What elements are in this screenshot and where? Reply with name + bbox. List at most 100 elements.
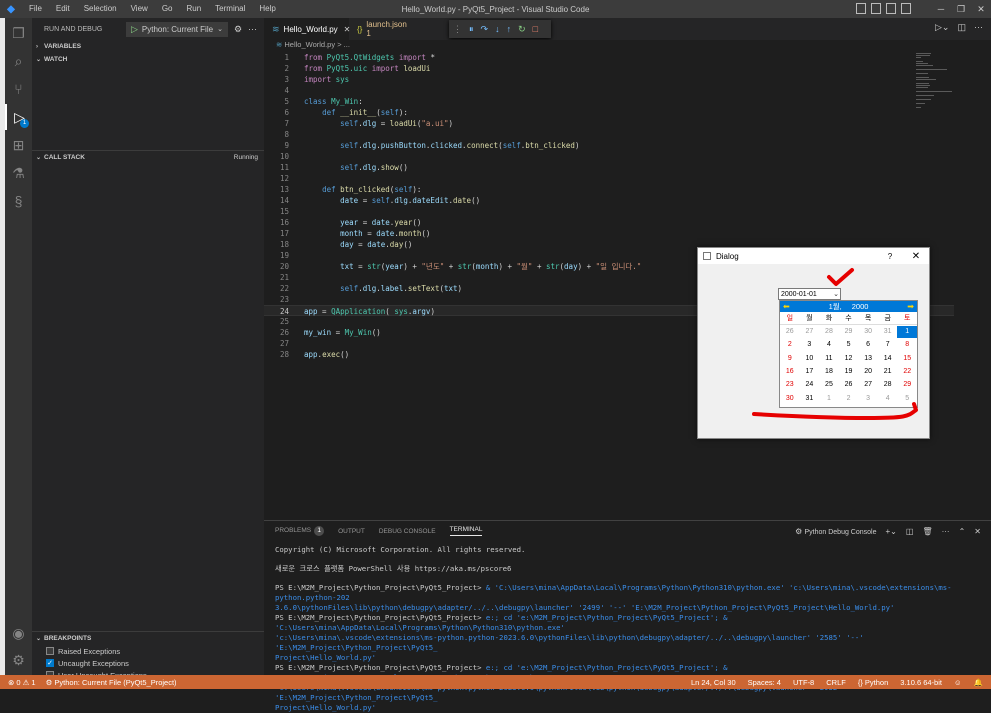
- terminal-selector[interactable]: ⚙ Python Debug Console: [795, 527, 876, 536]
- breakpoint-checkbox[interactable]: [46, 647, 54, 655]
- variables-section[interactable]: › VARIABLES: [32, 40, 264, 53]
- calendar-day[interactable]: 30: [858, 328, 878, 335]
- breadcrumb-symbol[interactable]: > ...: [337, 40, 350, 49]
- calendar-day[interactable]: 28: [878, 381, 898, 388]
- breakpoint-item[interactable]: ✓ Uncaught Exceptions: [32, 657, 264, 669]
- calendar-day[interactable]: 4: [819, 341, 839, 348]
- debug-config-status[interactable]: ⚙ Python: Current File (PyQt5_Project): [46, 678, 177, 687]
- more-actions-icon[interactable]: ···: [974, 22, 983, 33]
- toggle-secondary-sidebar-icon[interactable]: [886, 3, 896, 14]
- calendar-day[interactable]: 11: [819, 355, 839, 362]
- calendar-day[interactable]: 27: [858, 381, 878, 388]
- code-line[interactable]: 8: [264, 129, 954, 140]
- calendar-day[interactable]: 12: [839, 355, 859, 362]
- calendar-day[interactable]: 10: [800, 355, 820, 362]
- python-icon[interactable]: §: [5, 188, 32, 214]
- kill-terminal-icon[interactable]: 🗑: [922, 527, 932, 536]
- line-ending[interactable]: CRLF: [826, 678, 846, 687]
- calendar-day[interactable]: 16: [780, 368, 800, 375]
- call-stack-section[interactable]: ⌄ CALL STACK Running: [32, 151, 264, 164]
- code-line[interactable]: 3 import sys: [264, 74, 954, 85]
- run-python-file-icon[interactable]: ▷⌄: [935, 22, 949, 33]
- calendar-day[interactable]: 8: [897, 341, 917, 348]
- code-line[interactable]: 12: [264, 173, 954, 184]
- calendar-day[interactable]: 2: [780, 341, 800, 348]
- testing-icon[interactable]: ⚗: [5, 160, 32, 186]
- code-line[interactable]: 15: [264, 206, 954, 217]
- menu-terminal[interactable]: Terminal: [208, 0, 252, 18]
- split-editor-icon[interactable]: ◫: [957, 22, 966, 33]
- toggle-panel-icon[interactable]: [871, 3, 881, 14]
- restart-icon[interactable]: ↻: [518, 24, 526, 35]
- calendar-day[interactable]: 17: [800, 368, 820, 375]
- menu-selection[interactable]: Selection: [77, 0, 124, 18]
- language-mode[interactable]: {} Python: [858, 678, 888, 687]
- calendar-day[interactable]: 26: [839, 381, 859, 388]
- tab-output[interactable]: OUTPUT: [338, 528, 365, 535]
- problems-status[interactable]: ⊗ 0 ⚠ 1: [8, 678, 36, 687]
- account-icon[interactable]: ◉: [5, 620, 32, 646]
- calendar-day[interactable]: 22: [897, 368, 917, 375]
- code-line[interactable]: 13 def btn_clicked(self):: [264, 184, 954, 195]
- calendar-month[interactable]: 1월,: [829, 301, 842, 312]
- menu-help[interactable]: Help: [252, 0, 282, 18]
- calendar-day[interactable]: 13: [858, 355, 878, 362]
- code-line[interactable]: 7 self.dlg = loadUi("a.ui"): [264, 118, 954, 129]
- code-line[interactable]: 14 date = self.dlg.dateEdit.date(): [264, 195, 954, 206]
- calendar-day[interactable]: 1: [897, 325, 918, 338]
- feedback-icon[interactable]: ☺: [954, 678, 962, 687]
- stop-icon[interactable]: □: [533, 24, 538, 34]
- minimize-icon[interactable]: ─: [931, 0, 951, 18]
- breakpoint-checkbox[interactable]: ✓: [46, 659, 54, 667]
- drag-handle-icon[interactable]: ⋮: [453, 24, 462, 35]
- menu-run[interactable]: Run: [179, 0, 208, 18]
- code-line[interactable]: 2 from PyQt5.uic import loadUi: [264, 63, 954, 74]
- watch-section[interactable]: ⌄ WATCH: [32, 53, 264, 66]
- calendar-day[interactable]: 23: [780, 381, 800, 388]
- code-line[interactable]: 17 month = date.month(): [264, 228, 954, 239]
- step-over-icon[interactable]: ↷: [481, 24, 489, 35]
- code-line[interactable]: 10: [264, 151, 954, 162]
- calendar-day[interactable]: 18: [819, 368, 839, 375]
- calendar-day[interactable]: 5: [839, 341, 859, 348]
- new-terminal-icon[interactable]: +⌄: [886, 527, 897, 536]
- menu-go[interactable]: Go: [155, 0, 180, 18]
- source-control-icon[interactable]: ⑂: [5, 76, 32, 102]
- step-into-icon[interactable]: ↓: [495, 24, 500, 34]
- breakpoints-section[interactable]: ⌄ BREAKPOINTS: [32, 632, 264, 645]
- calendar-day[interactable]: 26: [780, 328, 800, 335]
- breakpoint-item[interactable]: Raised Exceptions: [32, 645, 264, 657]
- code-line[interactable]: 11 self.dlg.show(): [264, 162, 954, 173]
- calendar-day[interactable]: 6: [858, 341, 878, 348]
- help-button[interactable]: ?: [877, 252, 903, 261]
- maximize-panel-icon[interactable]: ⌃: [959, 527, 966, 536]
- step-out-icon[interactable]: ↑: [507, 24, 512, 34]
- extensions-icon[interactable]: ⊞: [5, 132, 32, 158]
- calendar-day[interactable]: 21: [878, 368, 898, 375]
- indentation[interactable]: Spaces: 4: [748, 678, 781, 687]
- calendar-day[interactable]: 31: [878, 328, 898, 335]
- customize-layout-icon[interactable]: [901, 3, 911, 14]
- menu-file[interactable]: File: [22, 0, 49, 18]
- launch-config-select[interactable]: ▷ Python: Current File ⌄: [126, 21, 228, 37]
- encoding[interactable]: UTF-8: [793, 678, 814, 687]
- calendar-day[interactable]: 25: [819, 381, 839, 388]
- calendar-day[interactable]: 3: [800, 341, 820, 348]
- toggle-sidebar-icon[interactable]: [856, 3, 866, 14]
- chevron-down-icon[interactable]: ⌄: [217, 25, 223, 33]
- menu-view[interactable]: View: [124, 0, 155, 18]
- calendar-day[interactable]: 7: [878, 341, 898, 348]
- calendar-day[interactable]: 27: [800, 328, 820, 335]
- code-line[interactable]: 6 def __init__(self):: [264, 107, 954, 118]
- more-actions-icon[interactable]: ···: [248, 24, 257, 34]
- calendar-day[interactable]: 29: [897, 381, 917, 388]
- minimap[interactable]: [916, 52, 960, 112]
- menu-edit[interactable]: Edit: [49, 0, 77, 18]
- close-panel-icon[interactable]: ✕: [974, 527, 981, 536]
- calendar-day[interactable]: 15: [897, 355, 917, 362]
- tab-terminal[interactable]: TERMINAL: [449, 526, 483, 536]
- code-line[interactable]: 4: [264, 85, 954, 96]
- calendar-day[interactable]: 28: [819, 328, 839, 335]
- editor-scrollbar[interactable]: [982, 52, 991, 520]
- prev-month-icon[interactable]: ⬅: [783, 301, 790, 312]
